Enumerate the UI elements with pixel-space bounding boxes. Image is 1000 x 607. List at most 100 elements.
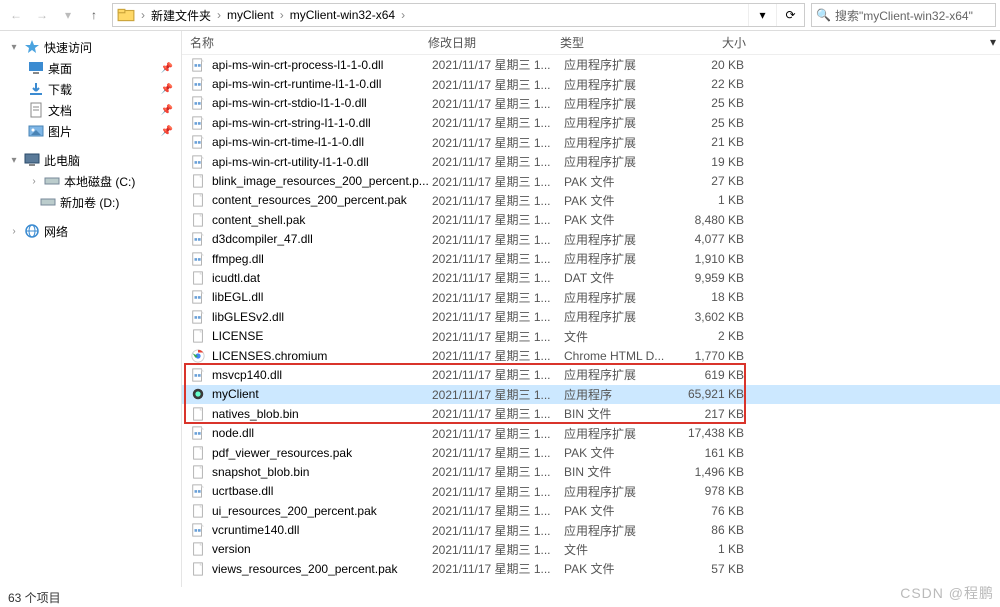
file-name: libGLESv2.dll	[212, 310, 432, 324]
dll-icon	[190, 76, 206, 92]
file-date: 2021/11/17 星期三 1...	[432, 463, 564, 480]
file-row[interactable]: version2021/11/17 星期三 1...文件1 KB	[182, 540, 1000, 559]
exe-icon	[190, 386, 206, 402]
file-name: api-ms-win-crt-runtime-l1-1-0.dll	[212, 77, 432, 91]
chevron-right-icon: ›	[139, 8, 147, 22]
breadcrumb[interactable]: myClient	[223, 4, 278, 26]
chevron-down-icon: ▾	[8, 155, 20, 166]
file-type: 应用程序扩展	[564, 250, 666, 267]
address-bar[interactable]: › 新建文件夹 › myClient › myClient-win32-x64 …	[112, 3, 805, 27]
file-size: 217 KB	[666, 407, 744, 421]
sidebar-item-pictures[interactable]: 图片 📌	[0, 121, 181, 141]
sidebar-item-this-pc[interactable]: ▾ 此电脑	[0, 150, 181, 170]
file-type: 应用程序扩展	[564, 483, 666, 500]
file-row[interactable]: ffmpeg.dll2021/11/17 星期三 1...应用程序扩展1,910…	[182, 249, 1000, 268]
file-size: 25 KB	[666, 96, 744, 110]
column-size[interactable]: 大小	[662, 34, 746, 51]
address-dropdown-button[interactable]: ▾	[748, 4, 776, 26]
file-size: 1,770 KB	[666, 349, 744, 363]
sidebar-item-label: 快速访问	[44, 39, 92, 56]
sidebar-item-downloads[interactable]: 下载 📌	[0, 79, 181, 99]
file-row[interactable]: natives_blob.bin2021/11/17 星期三 1...BIN 文…	[182, 404, 1000, 423]
column-name[interactable]: 名称	[190, 34, 428, 51]
nav-back-button[interactable]: ←	[4, 3, 28, 27]
drive-icon	[44, 173, 60, 189]
sidebar-item-label: 桌面	[48, 60, 72, 77]
file-row[interactable]: pdf_viewer_resources.pak2021/11/17 星期三 1…	[182, 443, 1000, 462]
file-size: 65,921 KB	[666, 387, 744, 401]
chevron-right-icon: ›	[215, 8, 223, 22]
file-row[interactable]: snapshot_blob.bin2021/11/17 星期三 1...BIN …	[182, 462, 1000, 481]
file-name: vcruntime140.dll	[212, 523, 432, 537]
file-row[interactable]: api-ms-win-crt-time-l1-1-0.dll2021/11/17…	[182, 133, 1000, 152]
pin-icon: 📌	[161, 105, 173, 116]
dll-icon	[190, 231, 206, 247]
file-row[interactable]: api-ms-win-crt-runtime-l1-1-0.dll2021/11…	[182, 74, 1000, 93]
file-row[interactable]: api-ms-win-crt-stdio-l1-1-0.dll2021/11/1…	[182, 94, 1000, 113]
sidebar-item-desktop[interactable]: 桌面 📌	[0, 58, 181, 78]
file-name: content_shell.pak	[212, 213, 432, 227]
file-type: 应用程序扩展	[564, 231, 666, 248]
file-row[interactable]: content_resources_200_percent.pak2021/11…	[182, 191, 1000, 210]
sidebar-item-drive-d[interactable]: 新加卷 (D:)	[0, 192, 181, 212]
pin-icon: 📌	[161, 126, 173, 137]
file-name: libEGL.dll	[212, 290, 432, 304]
file-row[interactable]: ucrtbase.dll2021/11/17 星期三 1...应用程序扩展978…	[182, 482, 1000, 501]
nav-up-button[interactable]: ↑	[82, 3, 106, 27]
file-name: api-ms-win-crt-stdio-l1-1-0.dll	[212, 96, 432, 110]
sidebar-item-quick-access[interactable]: ▾ 快速访问	[0, 37, 181, 57]
file-row[interactable]: LICENSES.chromium2021/11/17 星期三 1...Chro…	[182, 346, 1000, 365]
dropdown-arrow-icon[interactable]: ▾	[990, 35, 996, 49]
nav-recent-dropdown[interactable]: ▾	[56, 3, 80, 27]
nav-forward-button[interactable]: →	[30, 3, 54, 27]
search-input[interactable]: 🔍 搜索"myClient-win32-x64"	[811, 3, 996, 27]
file-row[interactable]: api-ms-win-crt-process-l1-1-0.dll2021/11…	[182, 55, 1000, 74]
file-date: 2021/11/17 星期三 1...	[432, 347, 564, 364]
star-icon	[24, 39, 40, 55]
refresh-button[interactable]: ⟳	[776, 4, 804, 26]
file-date: 2021/11/17 星期三 1...	[432, 269, 564, 286]
breadcrumb[interactable]: 新建文件夹	[147, 4, 215, 26]
download-icon	[28, 81, 44, 97]
file-row[interactable]: d3dcompiler_47.dll2021/11/17 星期三 1...应用程…	[182, 230, 1000, 249]
file-size: 1 KB	[666, 542, 744, 556]
file-row[interactable]: ui_resources_200_percent.pak2021/11/17 星…	[182, 501, 1000, 520]
file-row[interactable]: api-ms-win-crt-utility-l1-1-0.dll2021/11…	[182, 152, 1000, 171]
column-date[interactable]: 修改日期	[428, 34, 560, 51]
file-size: 17,438 KB	[666, 426, 744, 440]
chevron-right-icon: ›	[399, 8, 407, 22]
file-row[interactable]: content_shell.pak2021/11/17 星期三 1...PAK …	[182, 210, 1000, 229]
sidebar-item-drive-c[interactable]: › 本地磁盘 (C:)	[0, 171, 181, 191]
file-size: 4,077 KB	[666, 232, 744, 246]
sidebar-item-documents[interactable]: 文档 📌	[0, 100, 181, 120]
file-row[interactable]: libEGL.dll2021/11/17 星期三 1...应用程序扩展18 KB	[182, 288, 1000, 307]
file-icon	[190, 212, 206, 228]
file-row[interactable]: libGLESv2.dll2021/11/17 星期三 1...应用程序扩展3,…	[182, 307, 1000, 326]
file-row[interactable]: blink_image_resources_200_percent.p...20…	[182, 171, 1000, 190]
file-type: 应用程序扩展	[564, 76, 666, 93]
file-icon	[190, 503, 206, 519]
file-row[interactable]: icudtl.dat2021/11/17 星期三 1...DAT 文件9,959…	[182, 268, 1000, 287]
file-row[interactable]: api-ms-win-crt-string-l1-1-0.dll2021/11/…	[182, 113, 1000, 132]
search-placeholder: 搜索"myClient-win32-x64"	[835, 7, 973, 24]
status-bar: 63 个项目	[0, 587, 61, 607]
file-row[interactable]: msvcp140.dll2021/11/17 星期三 1...应用程序扩展619…	[182, 365, 1000, 384]
breadcrumb[interactable]: myClient-win32-x64	[286, 4, 399, 26]
file-date: 2021/11/17 星期三 1...	[432, 153, 564, 170]
file-type: 文件	[564, 541, 666, 558]
column-type[interactable]: 类型	[560, 34, 662, 51]
file-icon	[190, 192, 206, 208]
sidebar-item-network[interactable]: › 网络	[0, 221, 181, 241]
file-row[interactable]: views_resources_200_percent.pak2021/11/1…	[182, 559, 1000, 578]
chevron-right-icon: ›	[28, 176, 40, 187]
file-row[interactable]: LICENSE2021/11/17 星期三 1...文件2 KB	[182, 326, 1000, 345]
picture-icon	[28, 123, 44, 139]
dll-icon	[190, 289, 206, 305]
file-row[interactable]: myClient2021/11/17 星期三 1...应用程序65,921 KB	[182, 385, 1000, 404]
file-type: 应用程序扩展	[564, 289, 666, 306]
file-size: 2 KB	[666, 329, 744, 343]
file-icon	[190, 445, 206, 461]
file-row[interactable]: vcruntime140.dll2021/11/17 星期三 1...应用程序扩…	[182, 520, 1000, 539]
file-size: 161 KB	[666, 446, 744, 460]
file-row[interactable]: node.dll2021/11/17 星期三 1...应用程序扩展17,438 …	[182, 423, 1000, 442]
